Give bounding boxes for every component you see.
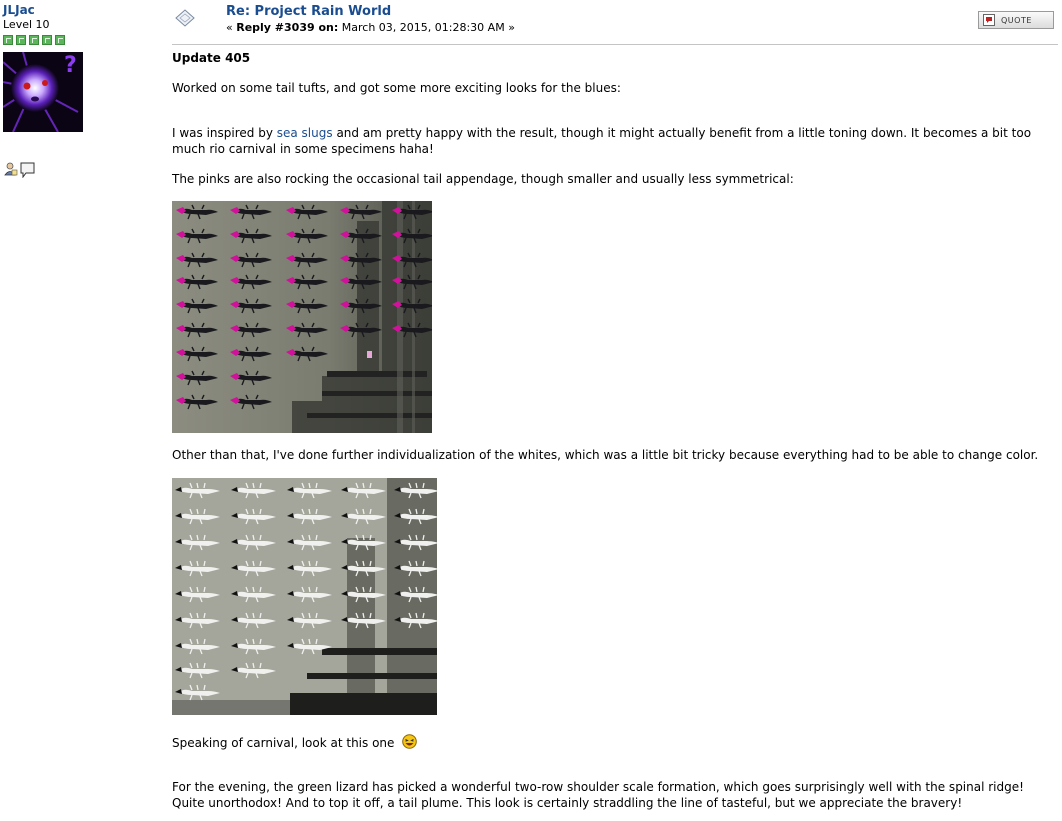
- poster-info: JLJac Level 10 ?: [3, 3, 163, 181]
- body-paragraph-6: For the evening, the green lizard has pi…: [172, 780, 1024, 810]
- post-meta: « Reply #3039 on: March 03, 2015, 01:28:…: [226, 21, 515, 35]
- reply-label: Reply #3039 on:: [236, 21, 339, 34]
- white-lizards-image: [172, 478, 437, 715]
- avatar: ?: [3, 52, 83, 132]
- rank-stars: [3, 35, 163, 45]
- post-title-link[interactable]: Re: Project Rain World: [226, 4, 391, 20]
- header-divider: [172, 44, 1058, 45]
- sea-slugs-link[interactable]: sea slugs: [277, 126, 333, 140]
- body-paragraph-1: Worked on some tail tufts, and got some …: [172, 81, 621, 95]
- poster-rank: Level 10: [3, 18, 50, 31]
- body-paragraph-2: I was inspired by sea slugs and am prett…: [172, 125, 1047, 157]
- star-icon: [42, 35, 52, 45]
- update-heading: Update 405: [172, 51, 251, 65]
- body-paragraph-3: The pinks are also rocking the occasiona…: [172, 172, 794, 186]
- post-date: March 03, 2015, 01:28:30 AM: [341, 21, 505, 34]
- quote-icon: [983, 14, 995, 26]
- star-icon: [55, 35, 65, 45]
- post-icon: [174, 9, 196, 30]
- meta-suffix: »: [508, 21, 515, 34]
- pink-lizards-image: [172, 201, 432, 433]
- star-icon: [29, 35, 39, 45]
- quote-button[interactable]: QUOTE: [978, 11, 1054, 29]
- p2-text-before: I was inspired by: [172, 126, 277, 140]
- star-icon: [3, 35, 13, 45]
- svg-text:?: ?: [64, 53, 77, 78]
- quote-label: QUOTE: [1001, 15, 1032, 25]
- body-paragraph-5: Speaking of carnival, look at this one: [172, 734, 418, 753]
- star-icon: [16, 35, 26, 45]
- body-paragraph-4: Other than that, I've done further indiv…: [172, 448, 1039, 462]
- meta-prefix: «: [226, 21, 233, 34]
- personal-message-icon[interactable]: [20, 162, 35, 181]
- poster-actions: [3, 162, 163, 181]
- profile-icon[interactable]: [3, 162, 18, 181]
- poster-name-link[interactable]: JLJac: [3, 3, 163, 18]
- laughing-smiley-icon: [402, 734, 418, 753]
- p5-text: Speaking of carnival, look at this one: [172, 736, 395, 750]
